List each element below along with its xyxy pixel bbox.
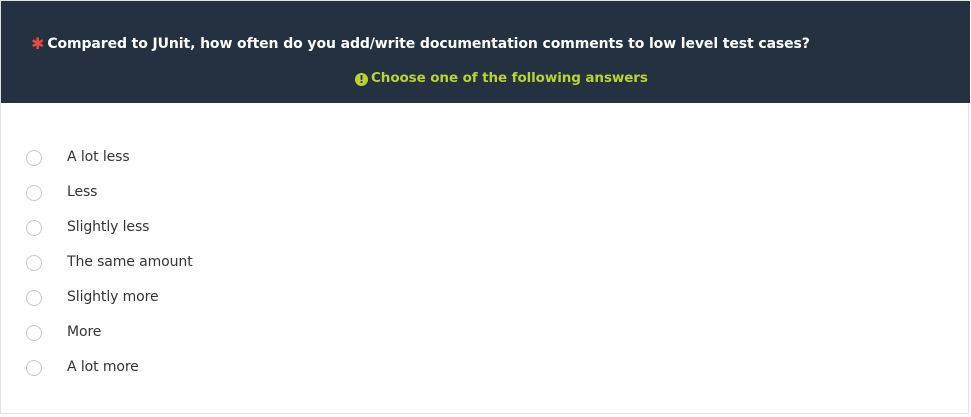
- answer-label[interactable]: Slightly less: [67, 219, 149, 235]
- answer-label[interactable]: More: [67, 324, 101, 340]
- answer-option-the-same-amount[interactable]: The same amount: [1, 246, 401, 281]
- answer-radio[interactable]: [26, 255, 42, 271]
- answer-label[interactable]: Slightly more: [67, 289, 159, 305]
- answer-radio[interactable]: [26, 290, 42, 306]
- answer-radio[interactable]: [26, 150, 42, 166]
- exclamation-circle-icon: !: [355, 73, 368, 86]
- answer-radio[interactable]: [26, 220, 42, 236]
- question-card: ✱ Compared to JUnit, how often do you add…: [0, 0, 970, 414]
- question-title: ✱ Compared to JUnit, how often do you add…: [31, 34, 810, 53]
- answer-option-less[interactable]: Less: [1, 176, 401, 211]
- answer-radio[interactable]: [26, 185, 42, 201]
- answer-label[interactable]: The same amount: [67, 254, 193, 270]
- answer-label[interactable]: A lot more: [67, 359, 139, 375]
- question-text: Compared to JUnit, how often do you add/…: [47, 36, 810, 52]
- answer-label[interactable]: Less: [67, 184, 97, 200]
- answer-label[interactable]: A lot less: [67, 149, 130, 165]
- required-asterisk-icon: ✱: [31, 34, 45, 53]
- question-help: ! Choose one of the following answers: [355, 70, 648, 86]
- answer-option-slightly-more[interactable]: Slightly more: [1, 281, 401, 316]
- answer-option-slightly-less[interactable]: Slightly less: [1, 211, 401, 246]
- answer-radio[interactable]: [26, 360, 42, 376]
- question-header: ✱ Compared to JUnit, how often do you add…: [1, 1, 970, 103]
- answer-radio[interactable]: [26, 325, 42, 341]
- answer-option-more[interactable]: More: [1, 316, 401, 351]
- answer-option-a-lot-more[interactable]: A lot more: [1, 351, 401, 386]
- question-help-text: Choose one of the following answers: [371, 70, 648, 86]
- answer-option-a-lot-less[interactable]: A lot less: [1, 141, 401, 176]
